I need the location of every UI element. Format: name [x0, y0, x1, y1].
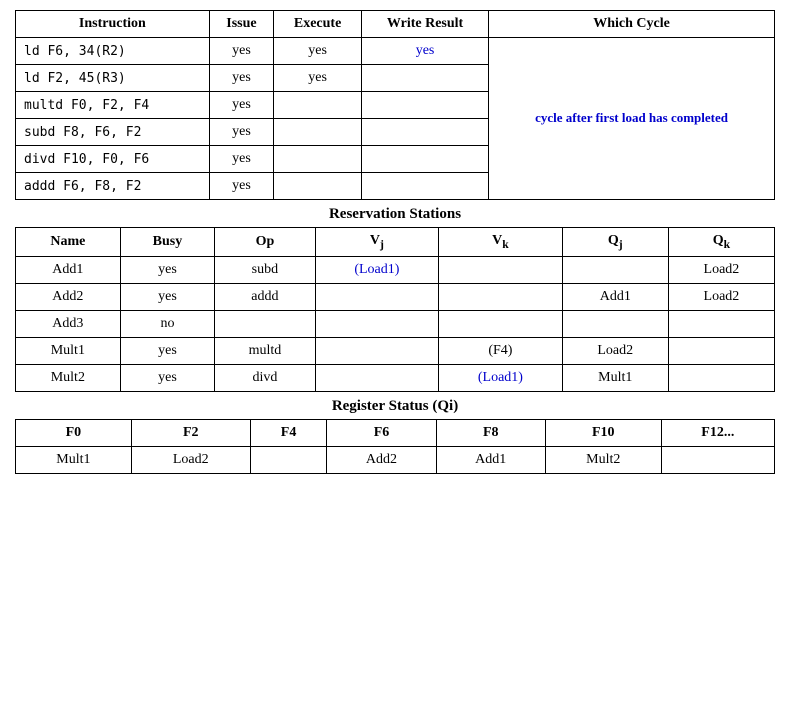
main-container: Instruction Issue Execute Write Result W…: [15, 10, 775, 474]
write-result-header: Write Result: [361, 11, 488, 38]
write-cell: [361, 92, 488, 119]
reservation-stations-title: Reservation Stations: [15, 200, 775, 227]
list-item: Add1 yes subd (Load1) Load2: [16, 256, 775, 283]
write-cell: [361, 119, 488, 146]
instruction-table: Instruction Issue Execute Write Result W…: [15, 10, 775, 200]
rs-vk: [439, 310, 563, 337]
execute-cell: yes: [274, 38, 362, 65]
rs-qk: [668, 337, 774, 364]
instr-cell: ld F2, 45(R3): [16, 65, 210, 92]
instr-cell: multd F0, F2, F4: [16, 92, 210, 119]
rs-qj: [562, 256, 668, 283]
rs-qj-header: Qj: [562, 228, 668, 257]
rs-op: subd: [215, 256, 315, 283]
issue-cell: yes: [209, 173, 274, 200]
instr-cell: ld F6, 34(R2): [16, 38, 210, 65]
execute-cell: [274, 119, 362, 146]
reg-f10-val: Mult2: [545, 446, 661, 473]
rs-vk-header: Vk: [439, 228, 563, 257]
which-cycle-cell: cycle after first load has completed: [489, 38, 775, 200]
execute-cell: [274, 92, 362, 119]
rs-op-header: Op: [215, 228, 315, 257]
rs-name: Add2: [16, 283, 121, 310]
reg-f10-header: F10: [545, 419, 661, 446]
rs-qk: Load2: [668, 256, 774, 283]
rs-busy: yes: [120, 337, 215, 364]
write-cell: [361, 65, 488, 92]
rs-vj: [315, 283, 439, 310]
rs-qk: Load2: [668, 283, 774, 310]
rs-busy: yes: [120, 364, 215, 391]
instr-cell: divd F10, F0, F6: [16, 146, 210, 173]
rs-busy: yes: [120, 256, 215, 283]
reg-f8-header: F8: [436, 419, 545, 446]
reg-f4-val: [250, 446, 327, 473]
execute-cell: yes: [274, 65, 362, 92]
reg-f0-header: F0: [16, 419, 132, 446]
instr-cell: addd F6, F8, F2: [16, 173, 210, 200]
rs-name: Mult1: [16, 337, 121, 364]
rs-qj: Load2: [562, 337, 668, 364]
rs-name: Add1: [16, 256, 121, 283]
execute-cell: [274, 173, 362, 200]
rs-op: addd: [215, 283, 315, 310]
issue-cell: yes: [209, 65, 274, 92]
rs-vk: (F4): [439, 337, 563, 364]
reg-f8-val: Add1: [436, 446, 545, 473]
rs-qk: [668, 364, 774, 391]
reg-f0-val: Mult1: [16, 446, 132, 473]
rs-op: [215, 310, 315, 337]
issue-cell: yes: [209, 38, 274, 65]
reservation-stations-table: Name Busy Op Vj Vk Qj Qk Add1 yes subd (…: [15, 227, 775, 392]
reg-f4-header: F4: [250, 419, 327, 446]
reg-f6-header: F6: [327, 419, 436, 446]
write-cell: [361, 146, 488, 173]
rs-vk: [439, 283, 563, 310]
rs-vj: [315, 310, 439, 337]
rs-vk: [439, 256, 563, 283]
list-item: Mult2 yes divd (Load1) Mult1: [16, 364, 775, 391]
issue-header: Issue: [209, 11, 274, 38]
register-status-title: Register Status (Qi): [15, 392, 775, 419]
list-item: Add3 no: [16, 310, 775, 337]
rs-name: Add3: [16, 310, 121, 337]
list-item: Mult1 yes multd (F4) Load2: [16, 337, 775, 364]
rs-busy-header: Busy: [120, 228, 215, 257]
write-cell: [361, 173, 488, 200]
rs-qj: Mult1: [562, 364, 668, 391]
instr-cell: subd F8, F6, F2: [16, 119, 210, 146]
reg-f12-val: [661, 446, 774, 473]
rs-op: divd: [215, 364, 315, 391]
write-cell: yes: [361, 38, 488, 65]
reg-f2-val: Load2: [131, 446, 250, 473]
register-status-table: F0 F2 F4 F6 F8 F10 F12... Mult1 Load2 Ad…: [15, 419, 775, 474]
rs-name: Mult2: [16, 364, 121, 391]
instr-header: Instruction: [16, 11, 210, 38]
rs-busy: no: [120, 310, 215, 337]
rs-qk-header: Qk: [668, 228, 774, 257]
reg-f2-header: F2: [131, 419, 250, 446]
rs-vk: (Load1): [439, 364, 563, 391]
rs-vj-header: Vj: [315, 228, 439, 257]
register-status-row: Mult1 Load2 Add2 Add1 Mult2: [16, 446, 775, 473]
rs-busy: yes: [120, 283, 215, 310]
issue-cell: yes: [209, 119, 274, 146]
issue-cell: yes: [209, 146, 274, 173]
reg-f12-header: F12...: [661, 419, 774, 446]
rs-qk: [668, 310, 774, 337]
reg-f6-val: Add2: [327, 446, 436, 473]
list-item: Add2 yes addd Add1 Load2: [16, 283, 775, 310]
issue-cell: yes: [209, 92, 274, 119]
table-row: ld F6, 34(R2) yes yes yes cycle after fi…: [16, 38, 775, 65]
which-cycle-header: Which Cycle: [489, 11, 775, 38]
rs-op: multd: [215, 337, 315, 364]
execute-header: Execute: [274, 11, 362, 38]
rs-name-header: Name: [16, 228, 121, 257]
rs-qj: Add1: [562, 283, 668, 310]
rs-vj: (Load1): [315, 256, 439, 283]
rs-qj: [562, 310, 668, 337]
rs-vj: [315, 337, 439, 364]
rs-vj: [315, 364, 439, 391]
execute-cell: [274, 146, 362, 173]
